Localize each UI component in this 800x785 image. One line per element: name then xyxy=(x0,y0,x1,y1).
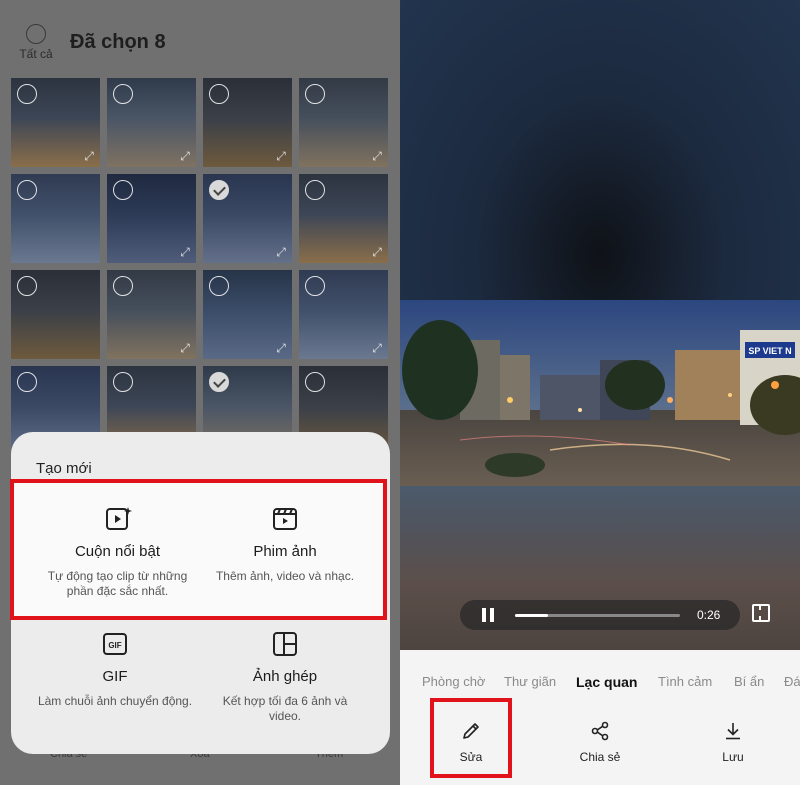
gif-option[interactable]: GIF GIF Làm chuỗi ảnh chuyển động. xyxy=(30,630,200,709)
photo-selection-panel: Tất cả Đã chọn 8 ⤢ ⤢ ⤢ ⤢ ⤢ ⤢ ⤢ ⤢ ⤢ ⤢ Chia sẻ Xóa … xyxy=(0,0,400,785)
video-preview[interactable]: SP VIET N xyxy=(400,300,800,486)
photo-checkbox[interactable] xyxy=(17,276,37,296)
selection-count-title: Đã chọn 8 xyxy=(70,31,166,53)
photo-checkbox-checked[interactable] xyxy=(209,180,229,200)
select-all-label: Tất cả xyxy=(19,47,53,61)
movie-name: Phim ảnh xyxy=(253,543,317,560)
playback-progress[interactable] xyxy=(515,614,680,617)
photo-checkbox[interactable] xyxy=(305,372,325,392)
theme-item-active[interactable]: Lạc quan xyxy=(576,674,637,690)
share-label: Chia sẻ xyxy=(579,750,621,764)
photo-checkbox[interactable] xyxy=(17,180,37,200)
photo-thumbnail[interactable] xyxy=(11,174,100,263)
photo-thumbnail[interactable]: ⤢ xyxy=(203,270,292,359)
theme-item[interactable]: Tình cảm xyxy=(658,674,712,689)
save-label: Lưu xyxy=(722,750,744,764)
photo-thumbnail[interactable]: ⤢ xyxy=(203,78,292,167)
sheet-title: Tạo mới xyxy=(36,460,92,477)
photo-thumbnail[interactable]: ⤢ xyxy=(107,270,196,359)
collage-desc: Kết hợp tối đa 6 ảnh và video. xyxy=(222,694,348,723)
expand-icon[interactable]: ⤢ xyxy=(370,245,384,259)
photo-checkbox[interactable] xyxy=(17,372,37,392)
expand-icon[interactable]: ⤢ xyxy=(178,149,192,163)
svg-text:GIF: GIF xyxy=(108,641,121,650)
expand-icon[interactable]: ⤢ xyxy=(274,341,288,355)
photo-thumbnail[interactable] xyxy=(11,270,100,359)
pause-icon[interactable] xyxy=(482,608,496,622)
gif-name: GIF xyxy=(102,668,128,685)
theme-item[interactable]: Đá xyxy=(784,674,800,689)
gif-desc: Làm chuỗi ảnh chuyển động. xyxy=(37,694,193,708)
collage-option[interactable]: Ảnh ghép Kết hợp tối đa 6 ảnh và video. xyxy=(215,630,355,724)
collage-name: Ảnh ghép xyxy=(252,668,318,685)
photo-thumbnail[interactable]: ⤢ xyxy=(107,78,196,167)
photo-checkbox[interactable] xyxy=(113,180,133,200)
photo-thumbnail[interactable]: ⤢ xyxy=(107,174,196,263)
highlight-reel-desc: Tự động tạo clip từ những phần đặc sắc n… xyxy=(47,569,188,598)
download-icon xyxy=(693,720,773,742)
share-icon xyxy=(560,720,640,742)
theme-item[interactable]: Phòng chờ xyxy=(422,674,485,689)
movie-option[interactable]: Phim ảnh Thêm ảnh, video và nhạc. xyxy=(205,505,365,584)
photo-checkbox[interactable] xyxy=(113,372,133,392)
select-all-checkbox[interactable] xyxy=(26,24,46,44)
gif-icon: GIF xyxy=(101,630,129,658)
expand-icon[interactable]: ⤢ xyxy=(274,149,288,163)
photo-thumbnail[interactable]: ⤢ xyxy=(299,174,388,263)
theme-item[interactable]: Bí ẩn xyxy=(734,674,764,689)
expand-icon[interactable]: ⤢ xyxy=(82,149,96,163)
shop-sign: SP VIET N xyxy=(748,346,791,356)
street-night-scene: SP VIET N xyxy=(400,300,800,486)
select-all-toggle[interactable]: Tất cả xyxy=(16,24,56,61)
photo-checkbox[interactable] xyxy=(113,276,133,296)
photo-thumbnail[interactable]: ⤢ xyxy=(11,78,100,167)
theme-item[interactable]: Thư giãn xyxy=(504,674,556,689)
bottom-toolbar: Phòng chờ Thư giãn Lạc quan Tình cảm Bí … xyxy=(400,650,800,785)
photo-checkbox[interactable] xyxy=(17,84,37,104)
highlight-reel-icon xyxy=(104,505,132,533)
progress-fill xyxy=(515,614,548,617)
highlight-reel-option[interactable]: Cuộn nổi bật Tự động tạo clip từ những p… xyxy=(35,505,200,599)
expand-icon[interactable]: ⤢ xyxy=(178,341,192,355)
photo-checkbox[interactable] xyxy=(113,84,133,104)
theme-list: Phòng chờ Thư giãn Lạc quan Tình cảm Bí … xyxy=(400,674,800,694)
expand-icon[interactable]: ⤢ xyxy=(370,341,384,355)
edit-highlight-annotation-box xyxy=(430,698,512,778)
photo-thumbnail[interactable]: ⤢ xyxy=(299,270,388,359)
movie-desc: Thêm ảnh, video và nhạc. xyxy=(215,569,355,583)
share-button[interactable]: Chia sẻ xyxy=(560,720,640,764)
blurred-background-top xyxy=(400,0,800,300)
save-button[interactable]: Lưu xyxy=(693,720,773,764)
photo-checkbox-checked[interactable] xyxy=(209,372,229,392)
expand-icon[interactable]: ⤢ xyxy=(274,245,288,259)
photo-thumbnail[interactable]: ⤢ xyxy=(299,78,388,167)
expand-icon[interactable]: ⤢ xyxy=(178,245,192,259)
photo-checkbox[interactable] xyxy=(305,276,325,296)
movie-clapper-icon xyxy=(271,505,299,533)
movie-preview-panel: SP VIET N 0:26 Phòng chờ Thư giãn Lạc qu… xyxy=(400,0,800,785)
aspect-ratio-icon[interactable] xyxy=(752,604,770,622)
playback-time: 0:26 xyxy=(697,608,721,622)
highlight-reel-name: Cuộn nổi bật xyxy=(74,543,161,560)
player-controls: 0:26 xyxy=(460,600,740,630)
collage-icon xyxy=(271,630,299,658)
photo-checkbox[interactable] xyxy=(209,276,229,296)
expand-icon[interactable]: ⤢ xyxy=(370,149,384,163)
photo-checkbox[interactable] xyxy=(209,84,229,104)
photo-checkbox[interactable] xyxy=(305,180,325,200)
photo-thumbnail[interactable]: ⤢ xyxy=(203,174,292,263)
photo-checkbox[interactable] xyxy=(305,84,325,104)
